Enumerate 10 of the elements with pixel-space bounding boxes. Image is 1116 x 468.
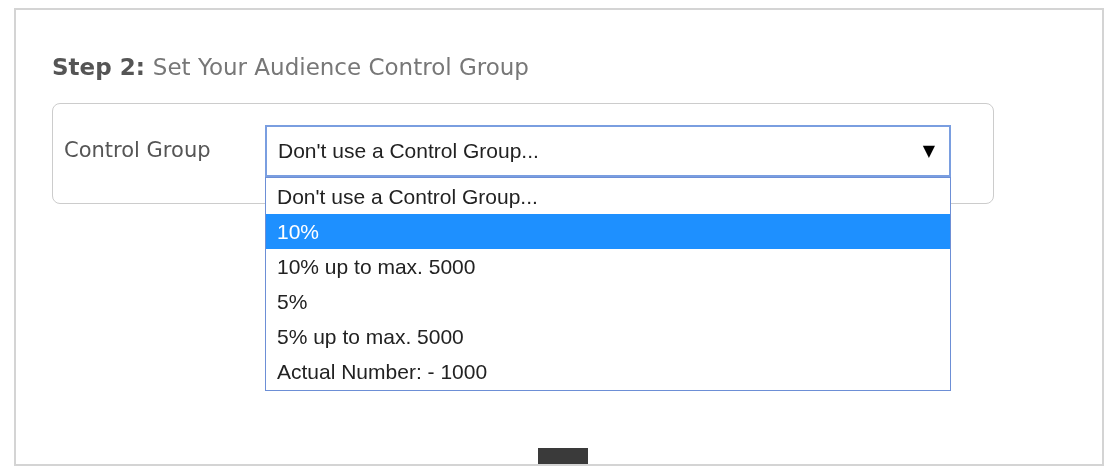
control-group-select[interactable]: Don't use a Control Group... ▼	[265, 125, 951, 177]
dropdown-option[interactable]: Actual Number: - 1000	[266, 354, 950, 389]
control-group-label: Control Group	[64, 137, 212, 165]
dropdown-option[interactable]: Don't use a Control Group...	[266, 179, 950, 214]
caret-icon: ▼	[922, 139, 935, 163]
step-title: Set Your Audience Control Group	[152, 53, 529, 82]
dropdown-option[interactable]: 5%	[266, 284, 950, 319]
dropdown-option[interactable]: 10% up to max. 5000	[266, 249, 950, 284]
dropdown-option[interactable]: 5% up to max. 5000	[266, 319, 950, 354]
step-label: Step 2:	[52, 53, 145, 82]
